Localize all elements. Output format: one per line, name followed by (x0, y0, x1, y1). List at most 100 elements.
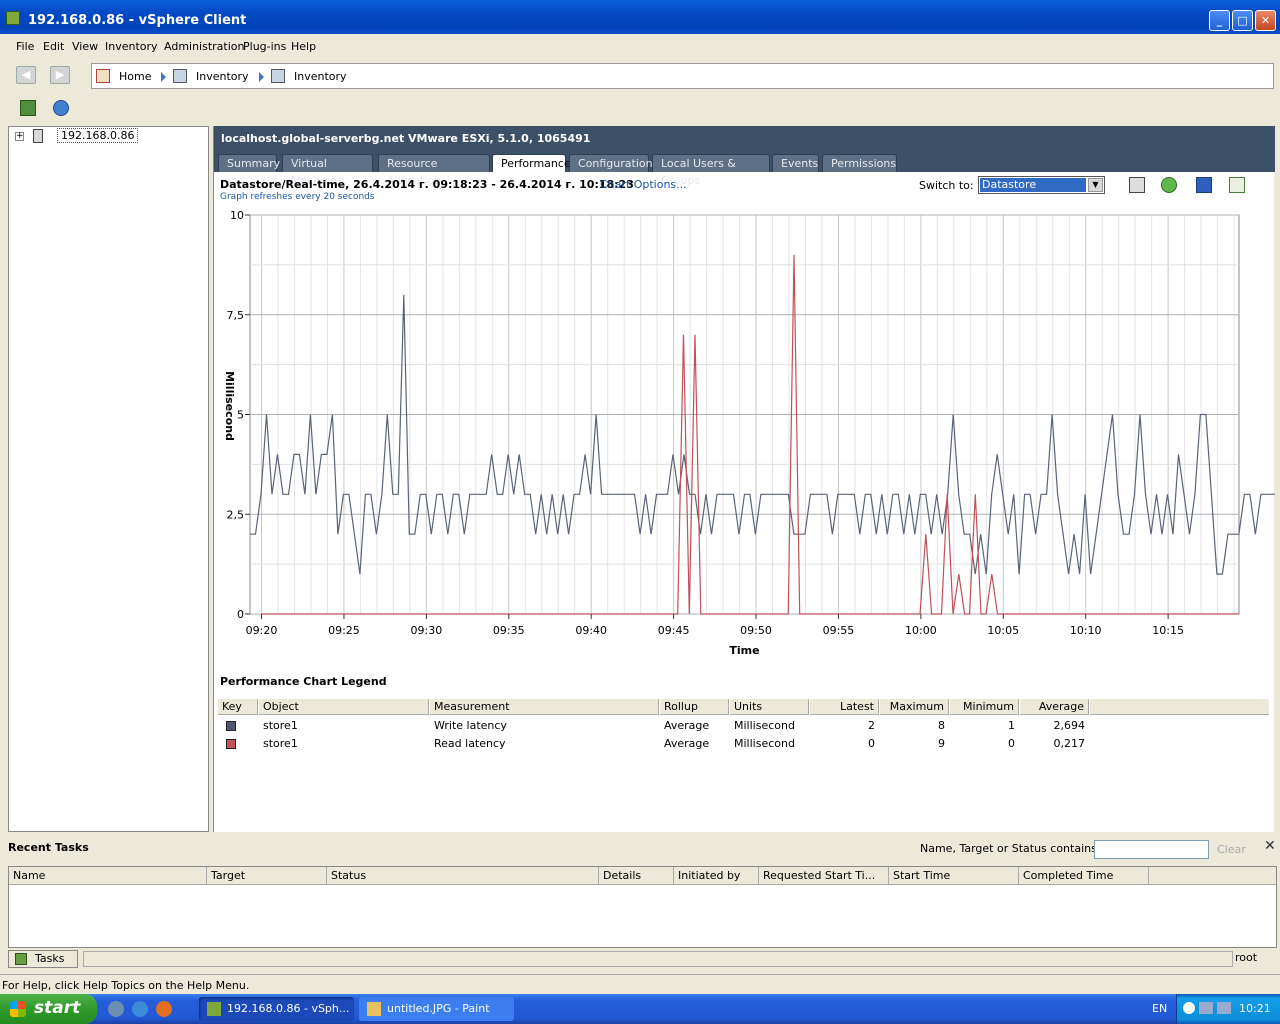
y-tick-label: 0 (237, 608, 244, 621)
tasks-header-initiated-by[interactable]: Initiated by (674, 867, 759, 885)
x-tick-label: 09:55 (823, 624, 855, 637)
breadcrumb-inventory-2[interactable]: Inventory (294, 70, 347, 83)
y-axis-label: Millisecond (223, 371, 236, 441)
host-header: localhost.global-serverbg.net VMware ESX… (214, 126, 1275, 187)
status-field (83, 951, 1233, 967)
x-tick-label: 09:40 (575, 624, 607, 637)
windows-flag-icon (10, 1001, 26, 1017)
new-vm-icon[interactable] (20, 100, 36, 116)
quicklaunch-app-icon[interactable] (108, 1001, 124, 1017)
tab-local-users-groups[interactable]: Local Users & Groups (652, 154, 770, 187)
expand-icon[interactable]: + (15, 132, 24, 141)
menu-inventory[interactable]: Inventory (105, 40, 158, 53)
network-icon[interactable] (1217, 1002, 1231, 1014)
breadcrumb-home[interactable]: Home (119, 70, 151, 83)
taskbar-vsphere-button[interactable]: 192.168.0.86 - vSph... (199, 997, 354, 1021)
tab-configuration[interactable]: Configuration (569, 154, 653, 172)
legend-key-write-latency (226, 721, 236, 731)
legend-header-latest[interactable]: Latest (810, 699, 879, 715)
tab-performance[interactable]: Performance (492, 154, 571, 172)
clear-filter-button[interactable]: Clear (1217, 843, 1246, 856)
task-filter-label[interactable]: Name, Target or Status contains: ▾ (920, 842, 1110, 855)
logged-in-user: root (1235, 951, 1258, 964)
x-tick-label: 09:50 (740, 624, 772, 637)
menu-plugins[interactable]: Plug-ins (243, 40, 286, 53)
chart-heading: Datastore/Real-time, 26.4.2014 г. 09:18:… (220, 178, 634, 191)
task-filter-input[interactable] (1094, 840, 1209, 859)
network-icon[interactable] (1199, 1002, 1213, 1014)
print-icon[interactable] (1129, 177, 1145, 193)
chart-options-link[interactable]: Chart Options... (600, 178, 687, 191)
tasks-header-details[interactable]: Details (599, 867, 674, 885)
tab-permissions[interactable]: Permissions (822, 154, 897, 172)
menu-help[interactable]: Help (291, 40, 316, 53)
taskbar-paint-label: untitled.JPG - Paint (387, 1002, 490, 1015)
secondary-toolbar (0, 94, 1280, 124)
chevron-down-icon[interactable]: ▼ (1088, 178, 1103, 192)
legend-header-measurement[interactable]: Measurement (430, 699, 659, 715)
close-button[interactable]: ✕ (1255, 10, 1276, 31)
add-host-icon[interactable] (53, 100, 69, 116)
refresh-icon[interactable] (1161, 177, 1177, 193)
y-tick-label: 7,5 (227, 309, 245, 322)
vsphere-app-icon (207, 1002, 221, 1016)
legend-header-units[interactable]: Units (730, 699, 809, 715)
tab-events[interactable]: Events (772, 154, 819, 172)
menu-administration[interactable]: Administration (164, 40, 245, 53)
legend-latest: 0 (868, 737, 875, 750)
tab-summary[interactable]: Summary (218, 154, 280, 172)
language-indicator[interactable]: EN (1152, 1002, 1167, 1015)
minimize-button[interactable]: _ (1209, 10, 1230, 31)
paint-app-icon (367, 1002, 381, 1016)
server-icon (33, 129, 43, 143)
tab-virtual-machines[interactable]: Virtual Machines (282, 154, 373, 187)
vsphere-app-icon (6, 11, 20, 25)
taskbar-paint-button[interactable]: untitled.JPG - Paint (359, 997, 514, 1021)
status-text: For Help, click Help Topics on the Help … (2, 979, 250, 992)
tasks-header-requested-start[interactable]: Requested Start Ti... (759, 867, 889, 885)
forward-icon[interactable]: ▶ (50, 66, 70, 84)
tab-resource-allocation[interactable]: Resource Allocation (378, 154, 490, 187)
legend-header-average[interactable]: Average (1020, 699, 1089, 715)
internet-explorer-icon[interactable] (132, 1001, 148, 1017)
legend-key-read-latency (226, 739, 236, 749)
inventory-tree: + 192.168.0.86 (8, 126, 209, 832)
legend-measurement: Read latency (434, 737, 506, 750)
legend-title: Performance Chart Legend (220, 675, 387, 688)
save-icon[interactable] (1196, 177, 1212, 193)
x-tick-label: 10:15 (1152, 624, 1184, 637)
menu-file[interactable]: File (16, 40, 34, 53)
tasks-tab[interactable]: Tasks (8, 950, 78, 968)
legend-header-minimum[interactable]: Minimum (950, 699, 1019, 715)
tray-chevron-icon[interactable] (1183, 1002, 1195, 1014)
legend-header-object[interactable]: Object (259, 699, 429, 715)
back-icon[interactable]: ◀ (16, 66, 36, 84)
tasks-header-start-time[interactable]: Start Time (889, 867, 1019, 885)
firefox-icon[interactable] (156, 1001, 172, 1017)
tasks-header-completed-time[interactable]: Completed Time (1019, 867, 1149, 885)
tasks-header-name[interactable]: Name (9, 867, 207, 885)
legend-header-rollup[interactable]: Rollup (660, 699, 729, 715)
menu-edit[interactable]: Edit (43, 40, 64, 53)
maximize-button[interactable]: □ (1232, 10, 1253, 31)
switch-to-select[interactable]: Datastore ▼ (978, 176, 1105, 194)
breadcrumb-inventory-1[interactable]: Inventory (196, 70, 249, 83)
tasks-header-filler (1149, 867, 1276, 885)
popup-chart-icon[interactable] (1229, 177, 1245, 193)
switch-to-label: Switch to: (919, 179, 974, 192)
tasks-header-target[interactable]: Target (207, 867, 327, 885)
start-button[interactable]: start (0, 994, 97, 1024)
legend-units: Millisecond (734, 737, 795, 750)
legend-header-maximum[interactable]: Maximum (880, 699, 949, 715)
window-titlebar: 192.168.0.86 - vSphere Client _ □ ✕ (0, 0, 1280, 34)
recent-tasks-table: Name Target Status Details Initiated by … (8, 866, 1277, 948)
close-icon[interactable]: ✕ (1264, 838, 1276, 854)
legend-header-key[interactable]: Key (218, 699, 258, 715)
menu-view[interactable]: View (72, 40, 98, 53)
windows-taskbar: start 192.168.0.86 - vSph... untitled.JP… (0, 994, 1280, 1024)
tree-host-item[interactable]: 192.168.0.86 (57, 128, 139, 143)
breadcrumb-arrow-icon[interactable] (161, 72, 166, 82)
tasks-header-status[interactable]: Status (327, 867, 599, 885)
breadcrumb-arrow-icon[interactable] (259, 72, 264, 82)
legend-maximum: 8 (938, 719, 945, 732)
